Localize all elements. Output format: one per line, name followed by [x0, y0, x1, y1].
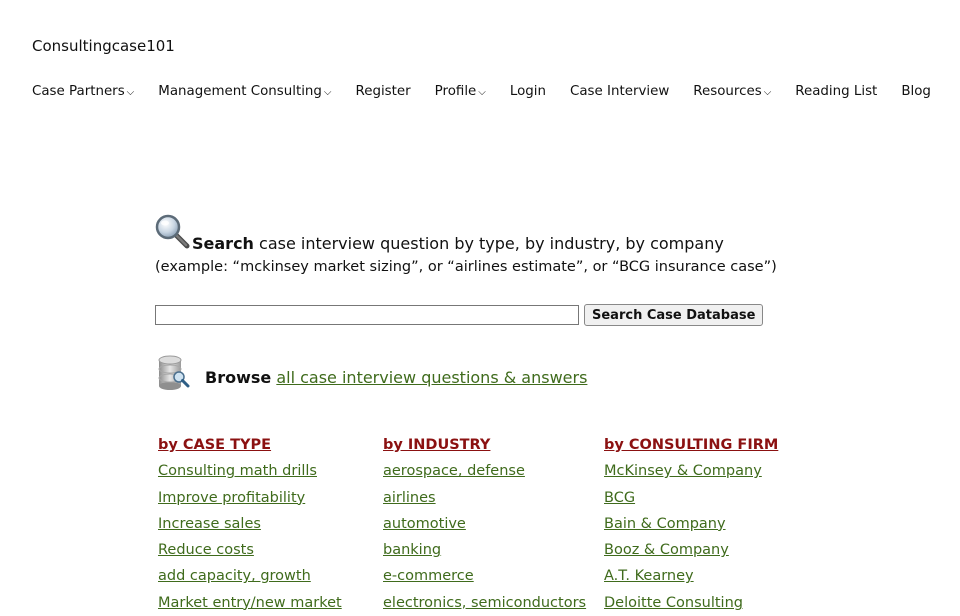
nav-item-management-consulting[interactable]: Management Consulting ⌵	[158, 84, 331, 99]
case-type-link[interactable]: Increase sales	[158, 511, 383, 537]
firm-link[interactable]: Bain & Company	[604, 511, 804, 537]
nav-item-case-interview[interactable]: Case Interview	[570, 84, 669, 99]
firm-link[interactable]: McKinsey & Company	[604, 458, 804, 484]
nav-item-resources[interactable]: Resources ⌵	[693, 84, 771, 99]
industry-link[interactable]: electronics, semiconductors	[383, 590, 604, 616]
chevron-down-icon: ⌵	[478, 87, 486, 98]
industry-link[interactable]: automotive	[383, 511, 604, 537]
case-type-link[interactable]: Market entry/new market	[158, 590, 383, 616]
search-form: Search Case Database	[155, 304, 855, 326]
nav-label: Resources	[693, 84, 762, 99]
chevron-down-icon: ⌵	[126, 87, 135, 98]
database-search-icon	[158, 355, 190, 390]
nav-label: Case Partners	[32, 84, 125, 99]
browse-row: Browse all case interview questions & an…	[155, 353, 855, 393]
site-title[interactable]: Consultingcase101	[32, 37, 175, 55]
nav-item-profile[interactable]: Profile ⌵	[435, 84, 486, 99]
search-case-database-button[interactable]: Search Case Database	[584, 304, 764, 326]
column-industry: by INDUSTRY aerospace, defense airlines …	[383, 432, 604, 616]
firm-link[interactable]: A.T. Kearney	[604, 563, 804, 589]
firm-link[interactable]: Deloitte Consulting	[604, 590, 804, 616]
nav-item-case-partners[interactable]: Case Partners ⌵	[32, 84, 134, 99]
nav-label: Register	[355, 84, 411, 99]
search-example: (example: “mckinsey market sizing”, or “…	[155, 259, 777, 275]
industry-link[interactable]: e-commerce	[383, 563, 604, 589]
column-heading[interactable]: by CONSULTING FIRM	[604, 432, 804, 458]
browse-columns: by CASE TYPE Consulting math drills Impr…	[158, 432, 804, 616]
case-type-link[interactable]: add capacity, growth	[158, 563, 383, 589]
all-cases-link[interactable]: all case interview questions & answers	[276, 368, 587, 387]
browse-text: Browse all case interview questions & an…	[205, 368, 587, 387]
nav-label: Management Consulting	[158, 84, 322, 99]
column-consulting-firm: by CONSULTING FIRM McKinsey & Company BC…	[604, 432, 804, 616]
browse-bold-label: Browse	[205, 367, 272, 387]
column-heading[interactable]: by INDUSTRY	[383, 432, 604, 458]
nav-label: Case Interview	[570, 84, 670, 99]
main-content: Search case interview question by type, …	[155, 210, 855, 611]
nav-item-blog[interactable]: Blog	[901, 84, 931, 99]
nav-label: Reading List	[795, 84, 878, 99]
magnifier-icon	[155, 214, 190, 249]
industry-link[interactable]: banking	[383, 537, 604, 563]
nav-item-reading-list[interactable]: Reading List	[795, 84, 877, 99]
nav-label: Blog	[901, 84, 931, 99]
nav-item-register[interactable]: Register	[356, 84, 411, 99]
search-description: Search case interview question by type, …	[192, 234, 724, 254]
firm-link[interactable]: Booz & Company	[604, 537, 804, 563]
nav-label: Profile	[434, 84, 477, 99]
column-case-type: by CASE TYPE Consulting math drills Impr…	[158, 432, 383, 616]
case-type-link[interactable]: Improve profitability	[158, 485, 383, 511]
column-heading[interactable]: by CASE TYPE	[158, 432, 383, 458]
industry-link[interactable]: aerospace, defense	[383, 458, 604, 484]
case-type-link[interactable]: Consulting math drills	[158, 458, 383, 484]
firm-link[interactable]: BCG	[604, 485, 804, 511]
case-type-link[interactable]: Reduce costs	[158, 537, 383, 563]
nav-label: Login	[509, 84, 546, 99]
industry-link[interactable]: airlines	[383, 485, 604, 511]
main-nav: Case Partners ⌵ Management Consulting ⌵ …	[32, 84, 931, 99]
search-bold-label: Search	[192, 234, 254, 253]
nav-item-login[interactable]: Login	[510, 84, 546, 99]
search-input[interactable]	[155, 305, 579, 325]
search-heading: Search case interview question by type, …	[155, 210, 855, 253]
chevron-down-icon: ⌵	[763, 87, 772, 98]
chevron-down-icon: ⌵	[323, 87, 332, 98]
search-description-text: case interview question by type, by indu…	[253, 234, 724, 253]
